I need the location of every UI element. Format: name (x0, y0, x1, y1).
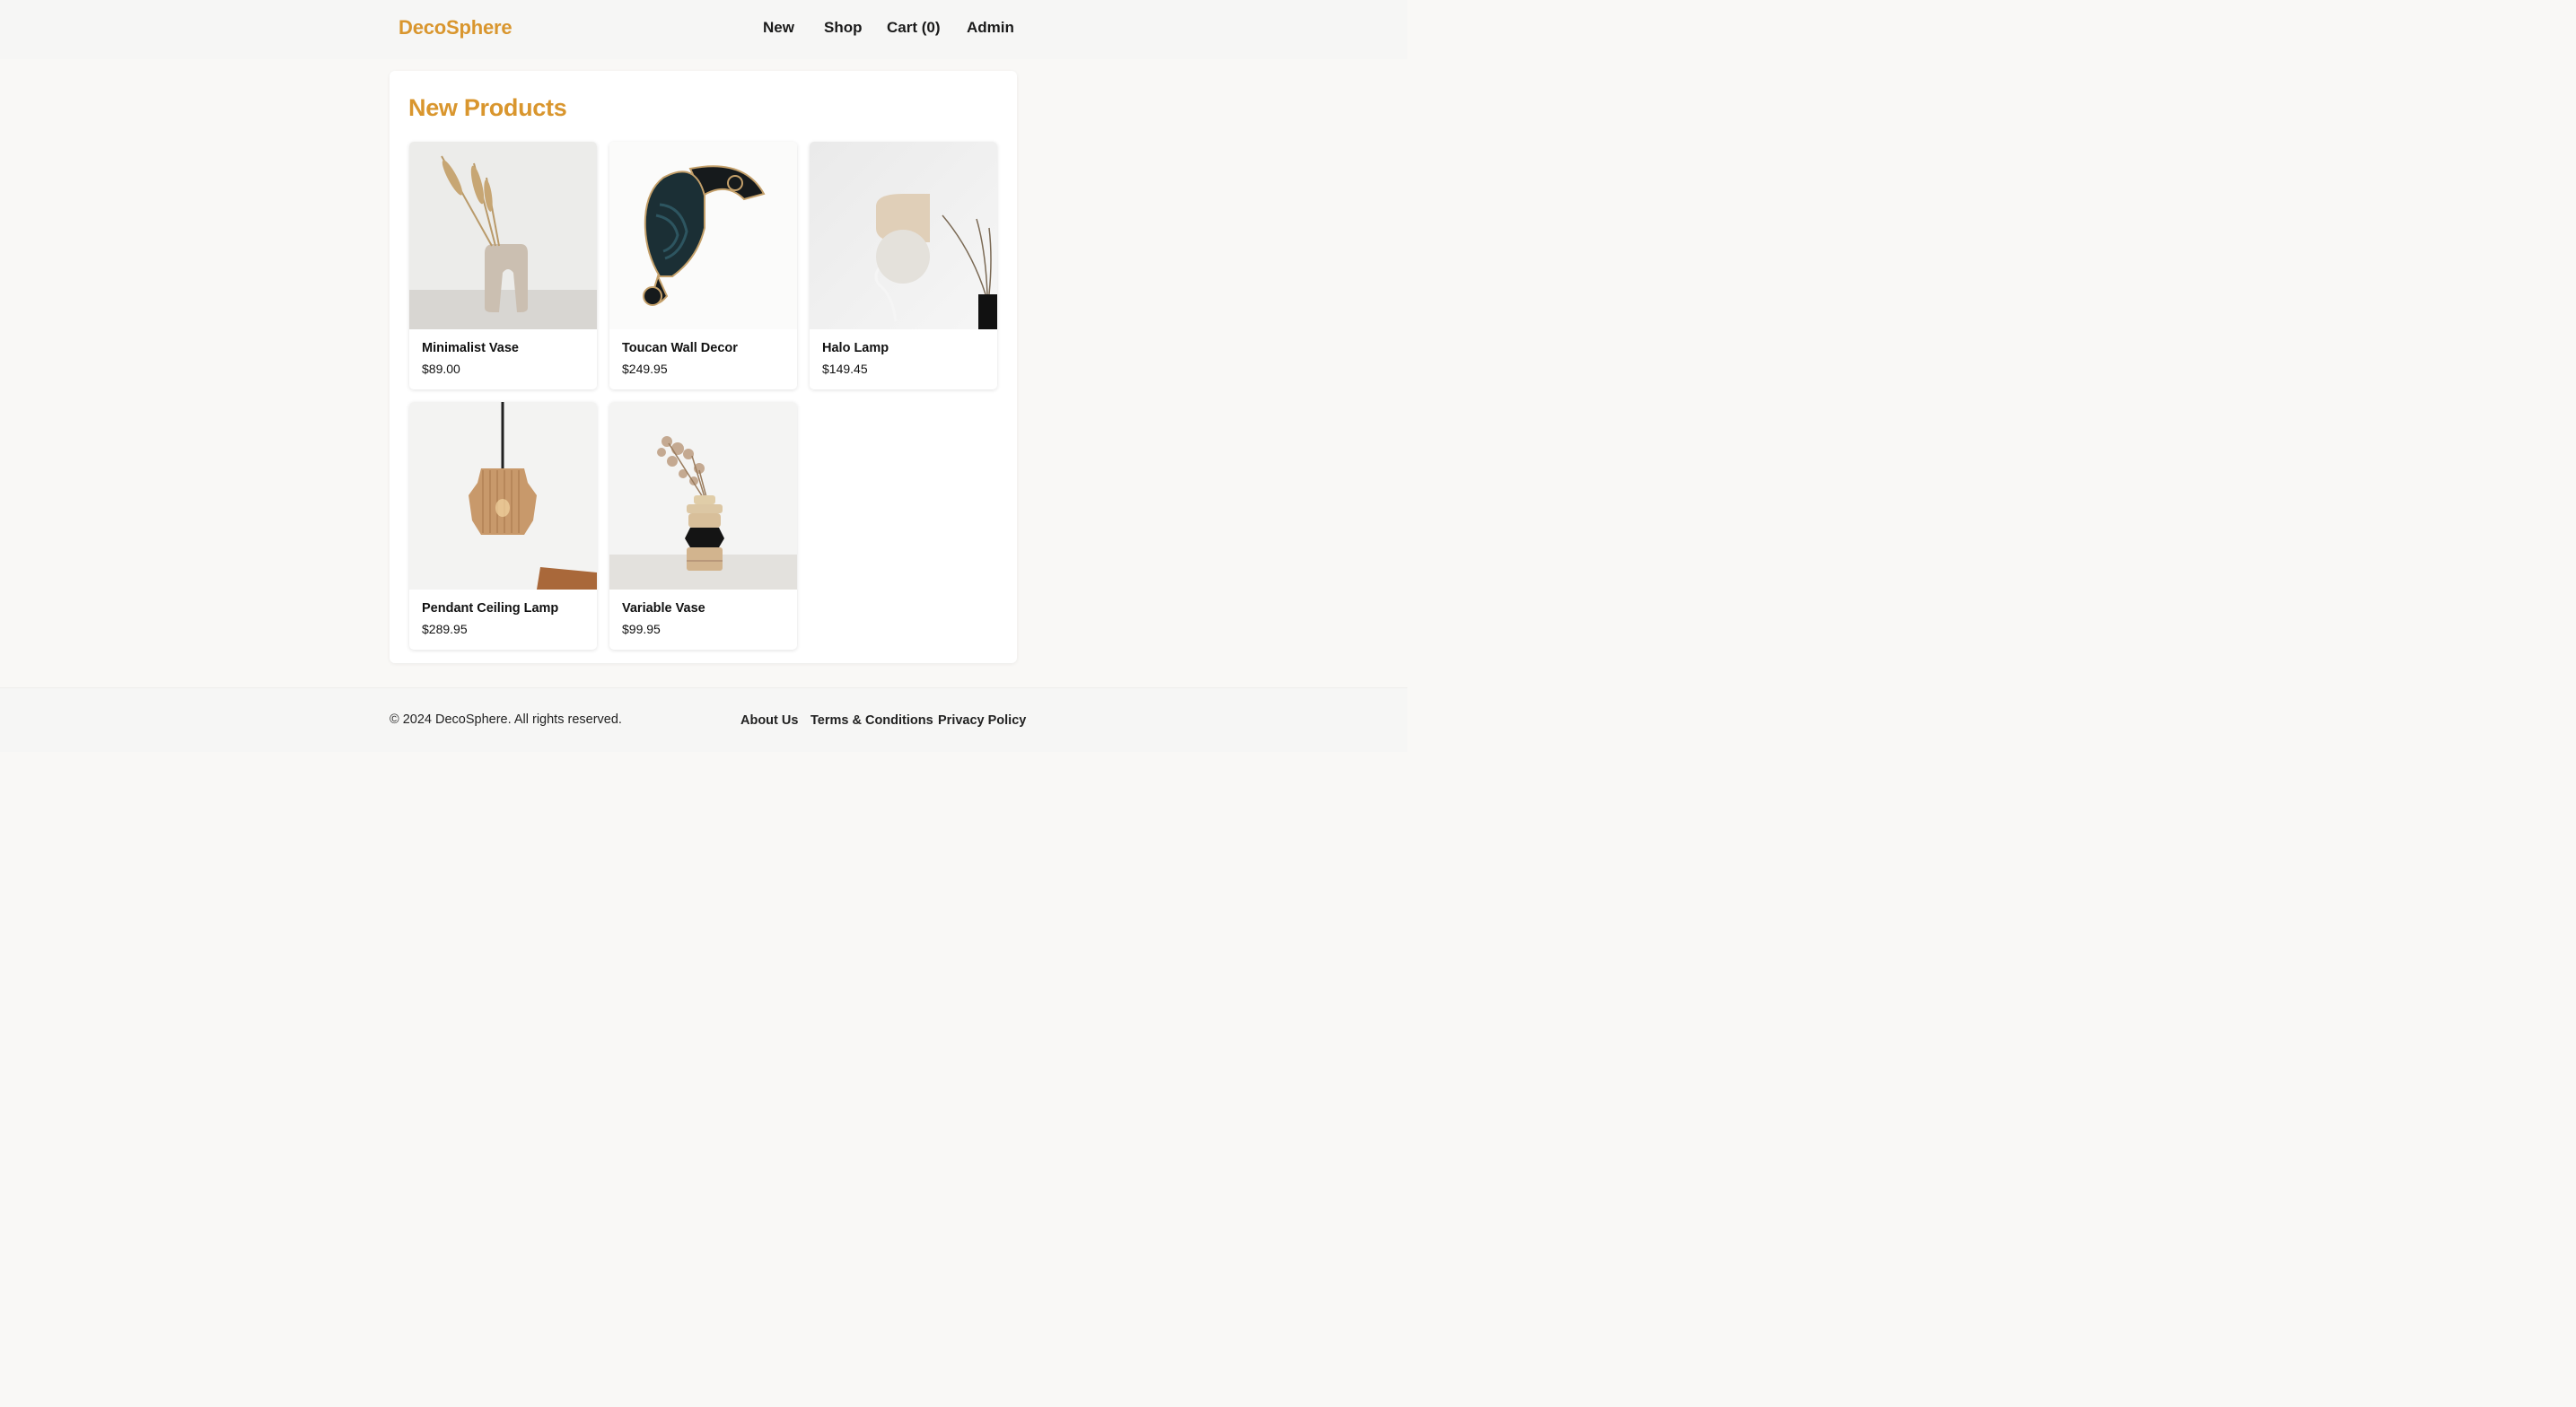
product-image-variable-vase[interactable] (609, 402, 797, 590)
product-image-pendant-ceiling-lamp[interactable] (409, 402, 597, 590)
product-price: $289.95 (422, 622, 468, 636)
product-card[interactable]: Variable Vase $99.95 (609, 402, 797, 650)
product-card[interactable]: Pendant Ceiling Lamp $289.95 (409, 402, 597, 650)
product-name[interactable]: Toucan Wall Decor (622, 341, 738, 355)
nav-link-shop[interactable]: Shop (824, 19, 863, 37)
nav-link-admin[interactable]: Admin (967, 19, 1014, 37)
product-image-toucan-wall-decor[interactable] (609, 142, 797, 329)
product-card[interactable]: Halo Lamp $149.45 (810, 142, 997, 389)
product-price: $249.95 (622, 362, 668, 376)
nav-link-cart[interactable]: Cart (0) (887, 19, 941, 37)
product-name[interactable]: Minimalist Vase (422, 341, 519, 355)
main-nav: New Shop Cart (0) Admin (0, 19, 1407, 40)
copyright-text: © 2024 DecoSphere. All rights reserved. (390, 712, 622, 727)
product-card[interactable]: Toucan Wall Decor $249.95 (609, 142, 797, 389)
products-panel: New Products Minimalist Vase $89.00 Touc… (390, 71, 1017, 663)
product-price: $89.00 (422, 362, 460, 376)
page-title: New Products (408, 94, 567, 121)
product-price: $149.45 (822, 362, 868, 376)
product-name[interactable]: Pendant Ceiling Lamp (422, 601, 558, 616)
footer-link-about-us[interactable]: About Us (740, 713, 798, 728)
footer-link-privacy[interactable]: Privacy Policy (938, 713, 1026, 728)
product-image-halo-lamp[interactable] (810, 142, 997, 329)
site-header: DecoSphere New Shop Cart (0) Admin (0, 0, 1407, 59)
site-footer: © 2024 DecoSphere. All rights reserved. … (0, 687, 1407, 752)
footer-link-terms[interactable]: Terms & Conditions (810, 713, 933, 728)
product-price: $99.95 (622, 622, 661, 636)
product-image-minimalist-vase[interactable] (409, 142, 597, 329)
product-name[interactable]: Variable Vase (622, 601, 705, 616)
product-card[interactable]: Minimalist Vase $89.00 (409, 142, 597, 389)
nav-link-new[interactable]: New (763, 19, 794, 37)
product-name[interactable]: Halo Lamp (822, 341, 889, 355)
